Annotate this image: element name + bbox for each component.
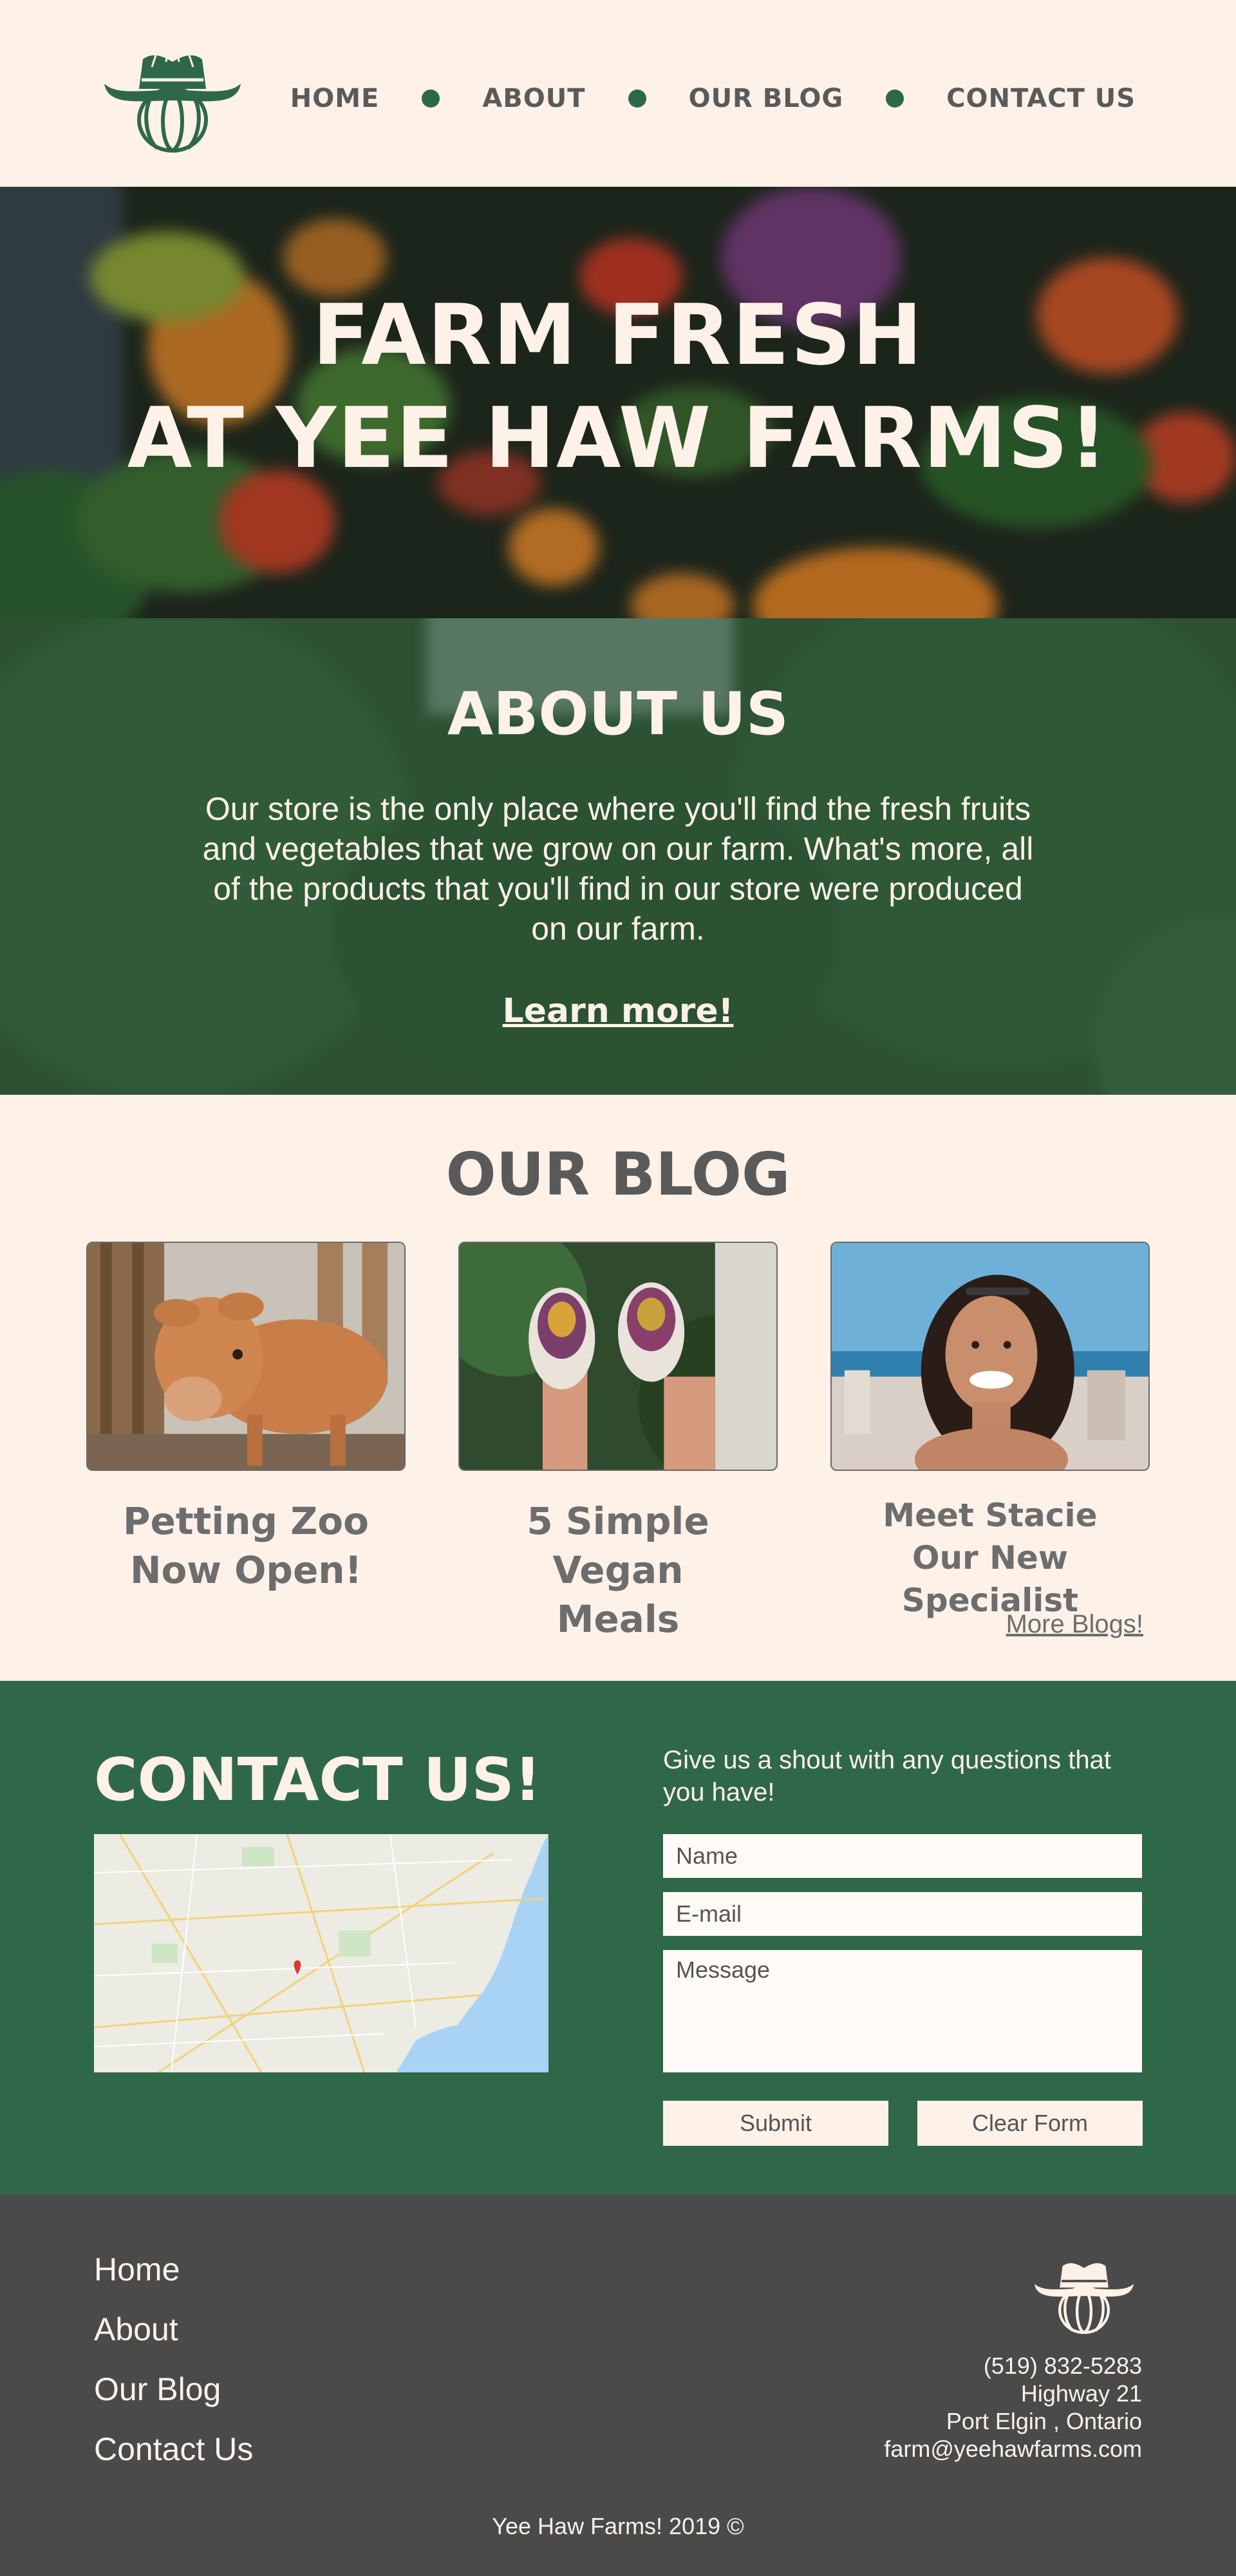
about-section: ABOUT US Our store is the only place whe… <box>0 618 1236 1095</box>
blog-card-title-line-2: Our New Specialist <box>901 1539 1079 1619</box>
hero-title-line-2: AT YEE HAW FARMS! <box>127 389 1109 487</box>
footer-contact-info: (519) 832-5283 Highway 21 Port Elgin , O… <box>884 2352 1142 2463</box>
email-field[interactable] <box>663 1892 1142 1936</box>
clear-form-button[interactable]: Clear Form <box>917 2101 1143 2146</box>
cowboy-pumpkin-logo-icon[interactable] <box>102 48 243 155</box>
hero-title: FARM FRESH AT YEE HAW FARMS! <box>0 283 1236 489</box>
contact-intro: Give us a shout with any questions that … <box>663 1746 1111 1806</box>
blog-card-title[interactable]: Petting Zoo Now Open! <box>86 1497 406 1595</box>
calf-photo[interactable] <box>86 1242 406 1471</box>
nav-home-link[interactable]: HOME <box>290 84 380 113</box>
blog-title: OUR BLOG <box>445 1140 791 1209</box>
nav-separator-dot <box>628 90 646 108</box>
submit-button[interactable]: Submit <box>663 2101 888 2146</box>
blog-card-title-line-1: Meet Stacie <box>883 1497 1098 1534</box>
blog-card[interactable]: Petting Zoo Now Open! <box>86 1242 406 1595</box>
hero-title-line-1: FARM FRESH <box>312 286 924 384</box>
blog-card-title-line-1: 5 Simple Vegan <box>527 1499 709 1592</box>
more-blogs-link[interactable]: More Blogs! <box>1006 1610 1143 1639</box>
blog-card-title-line-2: Now Open! <box>129 1548 362 1592</box>
nav-separator-dot <box>422 90 440 108</box>
nav-contact-link[interactable]: CONTACT US <box>946 84 1136 113</box>
vegan-wraps-photo[interactable] <box>458 1242 778 1471</box>
blog-section: OUR BLOG Petting Zoo Now Open! 5 Simple … <box>0 1095 1236 1681</box>
footer-about-link[interactable]: About <box>94 2300 253 2360</box>
nav-about-link[interactable]: ABOUT <box>482 84 585 113</box>
footer-phone: (519) 832-5283 <box>983 2353 1142 2379</box>
nav-blog-link[interactable]: OUR BLOG <box>689 84 844 113</box>
blog-card-title-line-2: Meals <box>556 1597 680 1641</box>
footer-blog-link[interactable]: Our Blog <box>94 2360 253 2420</box>
footer-nav: Home About Our Blog Contact Us <box>94 2240 253 2479</box>
footer-address-line-1: Highway 21 <box>1020 2380 1142 2407</box>
about-title: ABOUT US <box>447 679 789 748</box>
cowboy-pumpkin-logo-icon <box>1034 2263 1134 2334</box>
blog-card[interactable]: 5 Simple Vegan Meals <box>458 1242 778 1643</box>
about-link-wrap: Learn more! <box>0 992 1236 1030</box>
site-footer: Home About Our Blog Contact Us (519) 832… <box>0 2195 1236 2576</box>
contact-section: CONTACT US! Give us a shout with any que… <box>0 1681 1236 2195</box>
footer-email[interactable]: farm@yeehawfarms.com <box>884 2435 1142 2463</box>
footer-address-line-2: Port Elgin , Ontario <box>946 2408 1142 2434</box>
location-map[interactable] <box>94 1834 548 2072</box>
footer-home-link[interactable]: Home <box>94 2240 253 2300</box>
footer-contact-link[interactable]: Contact Us <box>94 2420 253 2479</box>
main-nav: HOME ABOUT OUR BLOG CONTACT US <box>290 76 1136 121</box>
woman-portrait-photo[interactable] <box>830 1242 1150 1471</box>
name-field[interactable] <box>663 1834 1142 1878</box>
site-header: HOME ABOUT OUR BLOG CONTACT US <box>0 0 1236 187</box>
blog-card-title[interactable]: 5 Simple Vegan Meals <box>458 1497 778 1643</box>
about-description: Our store is the only place where you'll… <box>202 791 1034 947</box>
nav-separator-dot <box>886 90 904 108</box>
contact-title: CONTACT US! <box>94 1745 541 1814</box>
copyright-text: Yee Haw Farms! 2019 © <box>492 2513 744 2539</box>
blog-card-title-line-1: Petting Zoo <box>123 1499 369 1543</box>
learn-more-link[interactable]: Learn more! <box>503 992 734 1030</box>
message-field[interactable] <box>663 1950 1142 2072</box>
blog-card-title[interactable]: Meet Stacie Our New Specialist <box>830 1494 1150 1622</box>
hero-banner: FARM FRESH AT YEE HAW FARMS! <box>0 187 1236 618</box>
blog-card[interactable]: Meet Stacie Our New Specialist <box>830 1242 1150 1622</box>
